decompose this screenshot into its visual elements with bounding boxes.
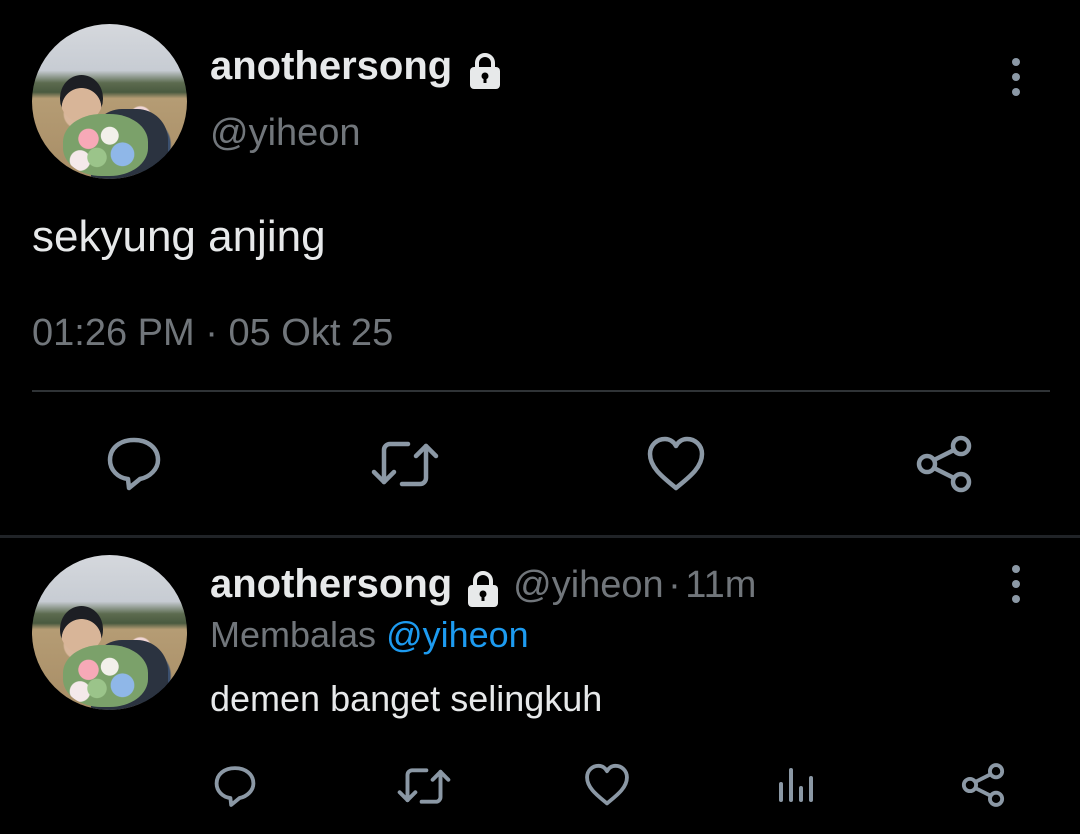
retweet-button[interactable]	[396, 764, 452, 808]
avatar-flowers	[63, 644, 149, 707]
retweet-icon	[371, 441, 439, 487]
tweet-time: 01:26 PM	[32, 312, 195, 354]
divider	[32, 390, 1050, 392]
tweet-date: 05 Okt 25	[228, 312, 394, 354]
heart-icon	[647, 436, 705, 491]
views-button[interactable]	[776, 764, 816, 806]
section-divider	[0, 535, 1080, 538]
author-line: anothersong	[210, 44, 505, 97]
share-icon	[916, 435, 972, 493]
avatar[interactable]	[32, 555, 187, 710]
more-vertical-icon[interactable]	[1012, 58, 1022, 103]
retweet-button[interactable]	[370, 436, 440, 492]
like-button[interactable]	[584, 762, 630, 808]
reply-icon	[214, 766, 256, 807]
tweet-timestamp[interactable]: 01:26 PM · 05 Okt 25	[32, 312, 393, 355]
mention-link[interactable]: @yiheon	[386, 614, 529, 655]
reply-button[interactable]	[212, 762, 258, 808]
separator: ·	[668, 564, 681, 606]
handle[interactable]: @yiheon	[513, 564, 664, 606]
more-vertical-icon[interactable]	[1012, 565, 1022, 610]
lock-icon	[463, 570, 503, 615]
heart-icon	[585, 763, 629, 806]
author-line: anothersong @yiheon · 11m	[210, 562, 756, 615]
avatar-flowers	[63, 113, 149, 176]
tweet-text: sekyung anjing	[32, 212, 326, 261]
reply-icon	[107, 437, 161, 491]
share-button[interactable]	[914, 434, 974, 494]
views-icon	[779, 768, 813, 802]
reply-button[interactable]	[104, 432, 164, 492]
handle[interactable]: @yiheon	[210, 112, 361, 155]
share-icon	[961, 763, 1005, 807]
display-name[interactable]: anothersong	[210, 44, 452, 88]
like-button[interactable]	[646, 434, 706, 494]
tweet-text: demen banget selingkuh	[210, 678, 603, 719]
tweet-age[interactable]: 11m	[685, 564, 756, 606]
share-button[interactable]	[960, 762, 1006, 808]
avatar[interactable]	[32, 24, 187, 179]
replying-prefix: Membalas	[210, 614, 377, 655]
replying-to: Membalas @yiheon	[210, 614, 529, 656]
retweet-icon	[397, 768, 451, 804]
display-name[interactable]: anothersong	[210, 562, 452, 606]
lock-icon	[465, 52, 505, 97]
separator: ·	[205, 312, 218, 354]
